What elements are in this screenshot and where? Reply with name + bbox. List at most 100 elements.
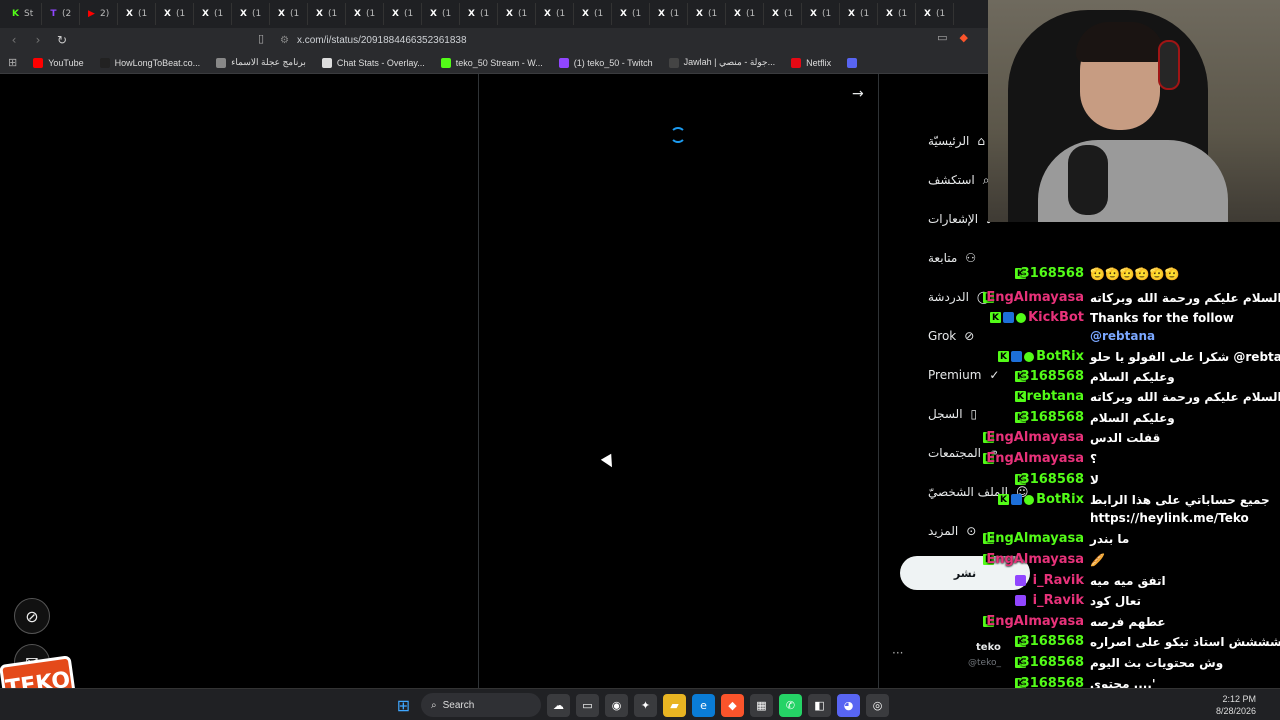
file-explorer-icon[interactable]: ▭ <box>576 693 599 717</box>
whatsapp-icon[interactable]: ✆ <box>779 693 802 717</box>
chat-username: BotRix <box>1036 492 1084 507</box>
browser-tab[interactable]: X (1 <box>916 3 954 25</box>
copilot-icon[interactable]: ✦ <box>634 693 657 717</box>
bookmark-item[interactable]: (1) teko_50 - Twitch <box>551 57 661 68</box>
browser-tab[interactable]: X (1 <box>688 3 726 25</box>
grok-circle-icon[interactable]: ⊘ <box>14 598 50 634</box>
x-nav-item[interactable]: ♪الإشعارات <box>928 208 994 230</box>
back-button[interactable]: ‹ <box>4 30 24 50</box>
bookmark-star-icon[interactable]: ▯ <box>258 32 274 48</box>
tab-label: (1 <box>746 9 756 19</box>
folder-icon[interactable]: ▰ <box>663 693 686 717</box>
browser-tab[interactable]: X (1 <box>612 3 650 25</box>
tab-label: (1 <box>822 9 832 19</box>
app-icon[interactable]: ◉ <box>605 693 628 717</box>
browser-tab[interactable]: X (1 <box>764 3 802 25</box>
chat-badges: K <box>998 351 1034 362</box>
discord-icon[interactable]: ◕ <box>837 693 860 717</box>
app2-icon[interactable]: ◧ <box>808 693 831 717</box>
forward-button[interactable]: › <box>28 30 48 50</box>
chat-username: EngAlmayasa <box>986 531 1084 546</box>
x-nav-label: السجل <box>928 407 963 421</box>
site-info-icon[interactable]: ⚙ <box>280 35 289 46</box>
bookmark-item[interactable]: Chat Stats - Overlay... <box>314 57 433 68</box>
mouse-cursor-icon <box>600 453 618 471</box>
start-button[interactable]: ⊞ <box>392 694 415 717</box>
brave-shield-icon[interactable]: ◆ <box>960 31 968 44</box>
bookmark-favicon-icon <box>558 57 569 68</box>
kick-badge-icon: K <box>998 494 1009 505</box>
x-nav-item[interactable]: ⌕ استكشف <box>928 169 990 191</box>
browser-tab[interactable]: X (1 <box>194 3 232 25</box>
chat-badges <box>1015 595 1026 606</box>
taskbar-search[interactable]: ⌕ Search <box>421 693 541 717</box>
address-bar[interactable]: ⚙ x.com/i/status/2091884466352361838 <box>280 30 920 50</box>
tab-favicon-icon: K <box>12 9 19 19</box>
reload-button[interactable]: ↻ <box>52 30 72 50</box>
more-dots-icon[interactable]: ··· <box>892 646 903 660</box>
bookmark-item[interactable]: Netflix <box>783 57 839 68</box>
apps-icon[interactable]: ⊞ <box>0 56 25 69</box>
x-nav-label: متابعة <box>928 251 958 265</box>
browser-tab[interactable]: X (1 <box>574 3 612 25</box>
obs-icon[interactable]: ◎ <box>866 693 889 717</box>
browser-tab[interactable]: X (1 <box>536 3 574 25</box>
browser-tab[interactable]: X (1 <box>422 3 460 25</box>
browser-tab[interactable]: X (1 <box>840 3 878 25</box>
x-nav-item[interactable]: ⌂ الرئيسيّة <box>928 130 988 152</box>
tab-label: (1 <box>328 9 338 19</box>
browser-tab[interactable]: X (1 <box>346 3 384 25</box>
chat-text: لا <box>1090 473 1099 487</box>
url-text: x.com/i/status/2091884466352361838 <box>296 34 467 46</box>
chat-badges <box>1015 575 1026 586</box>
bookmark-favicon-icon <box>440 57 451 68</box>
browser-tab[interactable]: X (1 <box>156 3 194 25</box>
browser-tab[interactable]: X (1 <box>878 3 916 25</box>
bookmarks-bar: ⊞ YouTube HowLongToBeat.co... برنامج عجلة … <box>0 52 988 74</box>
bookmark-favicon-icon <box>99 57 110 68</box>
browser-tab[interactable]: X (1 <box>232 3 270 25</box>
tab-favicon-icon: X <box>658 9 665 19</box>
store-icon[interactable]: ▦ <box>750 693 773 717</box>
streamer-hair <box>1076 22 1164 62</box>
bookmark-item[interactable]: YouTube <box>25 57 91 68</box>
kick-badge-icon: K <box>1015 391 1026 402</box>
browser-tab[interactable]: T (2 <box>42 3 80 25</box>
bookmark-favicon-icon <box>33 57 44 68</box>
tab-label: (1 <box>670 9 680 19</box>
person-plus-icon: ⚇ <box>965 251 977 265</box>
bot-badge-icon <box>1003 312 1014 323</box>
cast-icon[interactable]: ▭ <box>937 31 947 44</box>
browser-tab[interactable]: X (1 <box>498 3 536 25</box>
browser-tab[interactable]: K St <box>4 3 42 25</box>
bookmark-label: Chat Stats - Overlay... <box>336 57 425 68</box>
browser-tab[interactable]: ▶ 2) <box>80 3 118 25</box>
browser-tab[interactable]: X (1 <box>650 3 688 25</box>
browser-toolbar: ‹ › ↻ ▯ ⚙ x.com/i/status/209188446635236… <box>0 28 988 52</box>
bookmark-item[interactable]: برنامج عجلة الاسماء <box>208 57 314 68</box>
tab-favicon-icon: X <box>392 9 399 19</box>
arrow-right-icon[interactable]: → <box>852 86 864 102</box>
browser-tab[interactable]: X (1 <box>726 3 764 25</box>
edge-icon[interactable]: e <box>692 693 715 717</box>
bookmark-item[interactable]: teko_50 Stream - W... <box>433 57 551 68</box>
chat-text: عطهم فرصه <box>1090 615 1166 629</box>
browser-tab[interactable]: X (1 <box>270 3 308 25</box>
chat-text: عاششششش استاذ تيكو على اصراره <box>1090 635 1280 649</box>
brave-icon[interactable]: ◆ <box>721 693 744 717</box>
tab-label: (2 <box>62 9 72 19</box>
column-divider <box>478 74 479 688</box>
widgets-icon[interactable]: ☁ <box>547 693 570 717</box>
browser-tab[interactable]: X (1 <box>308 3 346 25</box>
bookmark-item[interactable]: HowLongToBeat.co... <box>92 57 209 68</box>
browser-tab[interactable]: X (1 <box>118 3 156 25</box>
bookmark-item[interactable]: Jawlah | جولة - منصي... <box>661 57 784 68</box>
browser-tab[interactable]: X (1 <box>460 3 498 25</box>
bookmark-item[interactable] <box>839 57 870 68</box>
browser-tab[interactable]: X (1 <box>384 3 422 25</box>
system-clock[interactable]: 2:12 PM 8/28/2026 <box>1216 693 1256 717</box>
tab-label: (1 <box>518 9 528 19</box>
x-nav-label: Grok <box>928 329 957 343</box>
browser-tab[interactable]: X (1 <box>802 3 840 25</box>
chat-username: BotRix <box>1036 349 1084 364</box>
